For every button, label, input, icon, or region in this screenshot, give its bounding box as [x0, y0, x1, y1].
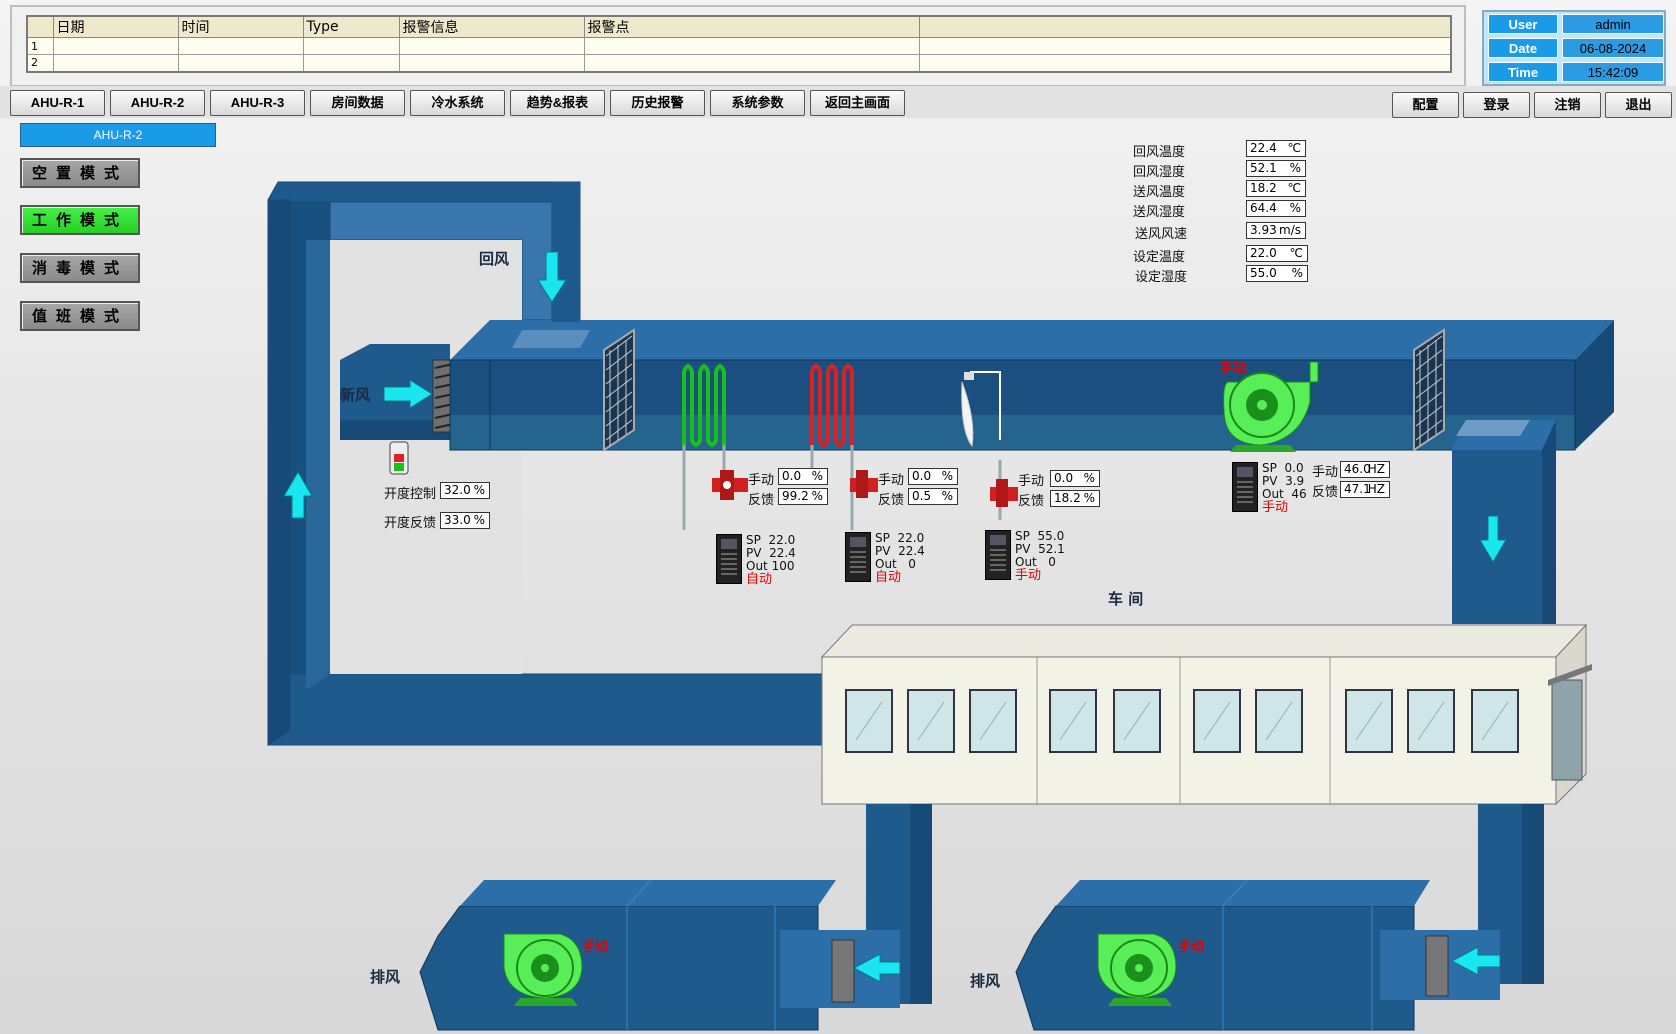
return-temp-value: 22.4 ℃	[1246, 140, 1306, 157]
supply-velocity-value: 3.93 m/s	[1246, 222, 1306, 239]
setpoint-humidity-label: 设定湿度	[1135, 270, 1188, 285]
pid-controller-2-readout: SP 22.0 PV 22.4 Out 0 自动	[875, 531, 925, 585]
supply-humidity-label: 送风湿度	[1133, 205, 1186, 220]
exhaust-fan-1-status: 手动	[582, 940, 609, 955]
valve-1-feedback-label: 反馈	[748, 493, 775, 508]
valve-2-feedback-label: 反馈	[878, 493, 905, 508]
pid-controller-3-readout: SP 55.0 PV 52.1 Out 0 手动	[1015, 529, 1065, 583]
valve-2-manual-value[interactable]: 0.0%	[908, 468, 958, 485]
damper-feedback-value: 33.0%	[440, 512, 490, 529]
pid-out-label: Out	[875, 557, 897, 571]
valve-1-manual-value[interactable]: 0.0%	[778, 468, 828, 485]
fan-manual-label: 手动	[1312, 465, 1339, 480]
fan-mode: 手动	[1262, 500, 1289, 515]
fan-manual-value[interactable]: 46.0 HZ	[1340, 461, 1390, 478]
fan-controller-icon[interactable]	[1232, 462, 1258, 512]
pid-1-sp: 22.0	[768, 533, 796, 547]
fan-out: 46	[1291, 487, 1307, 501]
pid-out-label: Out	[1262, 487, 1284, 501]
fan-controller-readout: SP 0.0 PV 3.9 Out 46 手动	[1262, 461, 1307, 515]
valve-3-manual-label: 手动	[1018, 474, 1045, 489]
fresh-air-label: 新风	[340, 386, 371, 404]
pid-sp-label: SP	[1015, 529, 1030, 543]
pid-3-out: 0	[1048, 555, 1056, 569]
humidifier-valve-icon	[990, 479, 1018, 507]
pid-2-pv: 22.4	[898, 544, 925, 558]
fan-sp: 0.0	[1284, 461, 1304, 475]
exhaust-label-2: 排风	[970, 972, 1001, 990]
return-humidity-value: 52.1%	[1246, 160, 1306, 177]
valve-1-feedback-value: 99.2%	[778, 488, 828, 505]
pid-controller-1-icon[interactable]	[716, 534, 742, 584]
pid-1-out: 100	[771, 559, 795, 573]
pid-3-sp: 55.0	[1037, 529, 1065, 543]
workshop-label: 车 间	[1108, 590, 1144, 608]
supply-humidity-value: 64.4%	[1246, 200, 1306, 217]
pid-controller-3-icon[interactable]	[985, 530, 1011, 580]
pid-sp-label: SP	[1262, 461, 1277, 475]
pid-1-mode: 自动	[746, 572, 773, 587]
valve-2-manual-label: 手动	[878, 473, 905, 488]
pid-out-label: Out	[746, 559, 768, 573]
return-air-label: 回风	[479, 250, 510, 268]
pid-pv-label: PV	[875, 544, 891, 558]
supply-temp-label: 送风温度	[1133, 185, 1186, 200]
pid-controller-2-icon[interactable]	[845, 532, 871, 582]
fan-pv: 3.9	[1285, 474, 1305, 488]
pid-1-pv: 22.4	[769, 546, 796, 560]
valve-3-feedback-value: 18.2%	[1050, 490, 1100, 507]
valve-2-feedback-value: 0.5%	[908, 488, 958, 505]
setpoint-temp-value[interactable]: 22.0 ℃	[1246, 245, 1308, 262]
pid-out-label: Out	[1015, 555, 1037, 569]
pid-pv-label: PV	[1262, 474, 1278, 488]
exhaust-fan-2-status: 手动	[1178, 940, 1205, 955]
exhaust-label-1: 排风	[370, 968, 401, 986]
return-temp-label: 回风温度	[1133, 145, 1186, 160]
pid-2-mode: 自动	[875, 570, 902, 585]
duct-inner-space	[330, 240, 522, 674]
valve-1-manual-label: 手动	[748, 473, 775, 488]
cooling-valve-icon	[712, 470, 748, 500]
valve-3-manual-value[interactable]: 0.0%	[1050, 470, 1100, 487]
pid-2-sp: 22.0	[897, 531, 925, 545]
setpoint-humidity-value[interactable]: 55.0%	[1246, 265, 1308, 282]
supply-velocity-label: 送风风速	[1135, 227, 1188, 242]
damper-control-value[interactable]: 32.0%	[440, 482, 490, 499]
exhaust-duct-2	[1015, 804, 1544, 1031]
supply-air-duct	[1452, 420, 1556, 624]
heating-valve-icon	[850, 470, 878, 498]
supply-temp-value: 18.2 ℃	[1246, 180, 1306, 197]
pid-3-mode: 手动	[1015, 568, 1042, 583]
fan-feedback-label: 反馈	[1312, 485, 1339, 500]
pid-pv-label: PV	[746, 546, 762, 560]
pid-pv-label: PV	[1015, 542, 1031, 556]
pid-sp-label: SP	[746, 533, 761, 547]
setpoint-temp-label: 设定温度	[1133, 250, 1186, 265]
filter-2	[1413, 328, 1445, 452]
pid-sp-label: SP	[875, 531, 890, 545]
exhaust-duct-1	[419, 804, 932, 1031]
fan-feedback-value: 47.1 HZ	[1340, 481, 1390, 498]
damper-control-label: 开度控制	[384, 487, 437, 502]
damper-feedback-label: 开度反馈	[384, 516, 437, 531]
pid-2-out: 0	[908, 557, 916, 571]
ahu-schematic	[267, 181, 1614, 1031]
damper-actuator-icon	[389, 441, 409, 475]
pid-controller-1-readout: SP 22.0 PV 22.4 Out 100 自动	[746, 533, 796, 587]
valve-3-feedback-label: 反馈	[1018, 494, 1045, 509]
pid-3-pv: 52.1	[1038, 542, 1065, 556]
supply-fan-status: 手动	[1220, 361, 1247, 376]
filter-1	[603, 328, 635, 452]
return-humidity-label: 回风湿度	[1133, 165, 1186, 180]
